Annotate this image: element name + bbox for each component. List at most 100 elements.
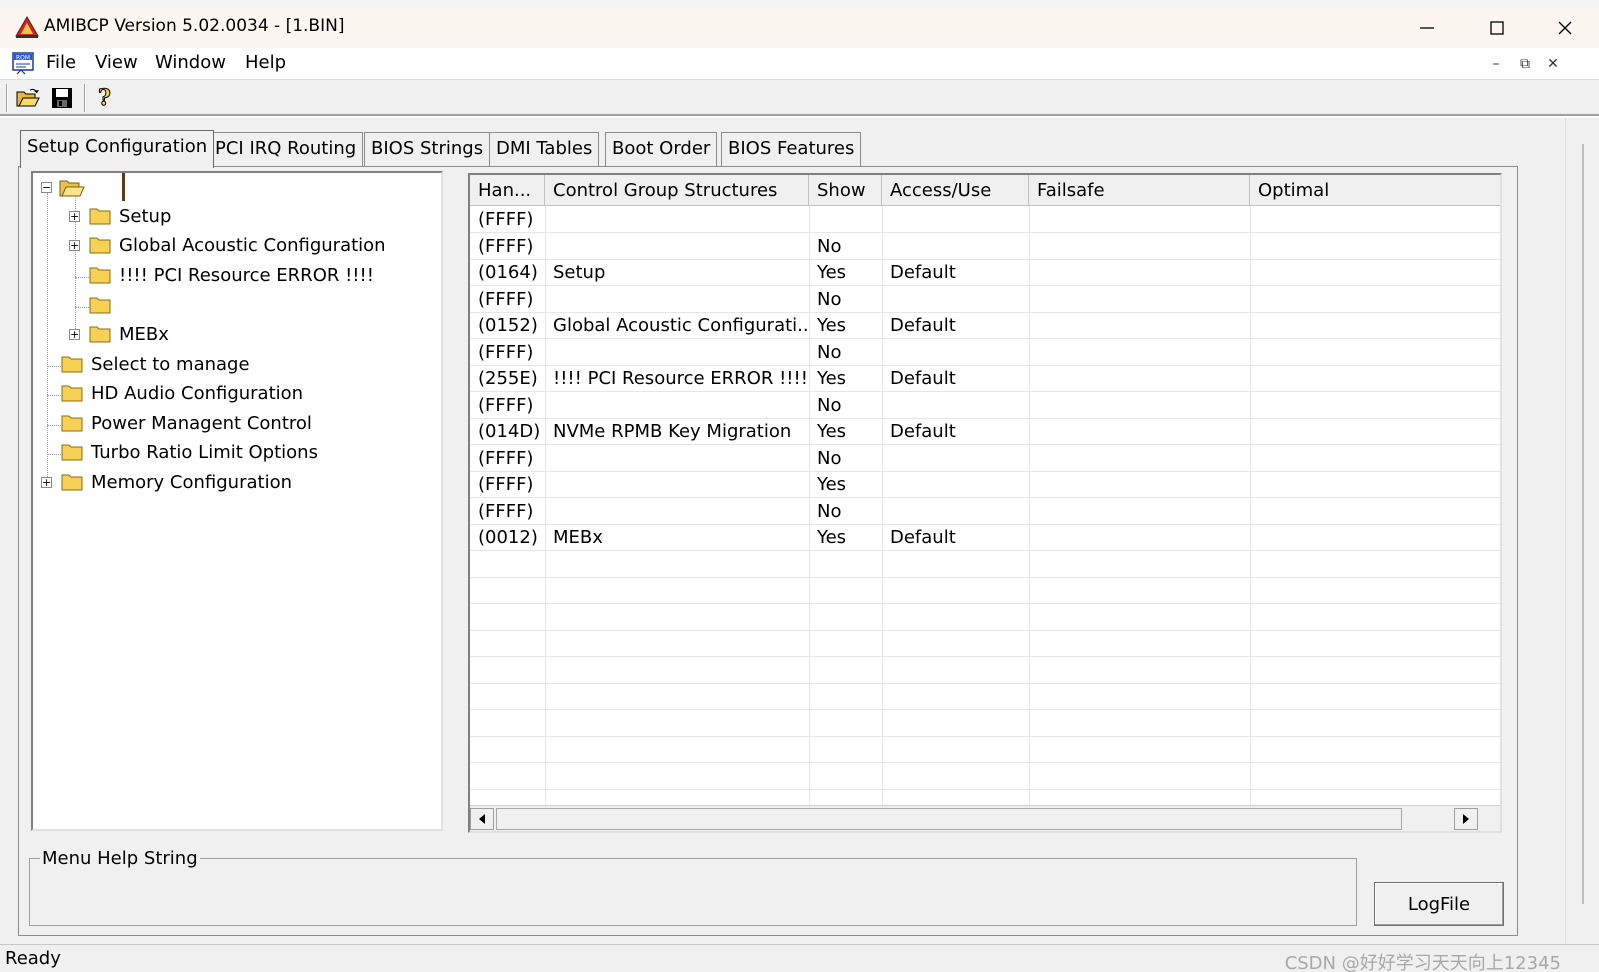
table-cell bbox=[545, 339, 809, 366]
table-cell: Global Acoustic Configurati... bbox=[553, 315, 809, 336]
table-row[interactable]: (0012) MEBx Yes Default bbox=[470, 524, 1500, 551]
table-cell: Yes bbox=[817, 474, 847, 495]
tree-item-power-managent-control[interactable]: Power Managent Control bbox=[61, 410, 312, 436]
table-cell bbox=[1029, 445, 1250, 472]
control-group-list[interactable]: Han... Control Group Structures Show Acc… bbox=[468, 173, 1502, 833]
folder-icon bbox=[89, 326, 111, 343]
table-row[interactable]: (014D) NVMe RPMB Key Migration Yes Default bbox=[470, 418, 1500, 445]
folder-icon bbox=[61, 385, 83, 402]
logfile-button[interactable]: LogFile bbox=[1374, 882, 1504, 926]
table-cell: Default bbox=[890, 368, 956, 389]
table-row[interactable]: (FFFF) No bbox=[470, 445, 1500, 472]
tree-item-unnamed[interactable] bbox=[89, 292, 119, 318]
table-cell: (FFFF) bbox=[478, 474, 534, 495]
watermark-text: CSDN @好好学习天天向上12345 bbox=[1284, 953, 1561, 972]
toolbar-separator bbox=[84, 84, 86, 112]
table-cell: Default bbox=[890, 421, 956, 442]
table-row-empty bbox=[470, 551, 1500, 578]
table-row[interactable]: (0152) Global Acoustic Configurati... Yes D… bbox=[470, 312, 1500, 339]
horizontal-scrollbar[interactable] bbox=[470, 805, 1500, 831]
open-folder-icon[interactable] bbox=[14, 84, 42, 112]
tab-bios-features[interactable]: BIOS Features bbox=[721, 132, 862, 166]
table-cell: (FFFF) bbox=[478, 447, 534, 469]
table-cell bbox=[545, 445, 809, 472]
column-header-optimal[interactable]: Optimal bbox=[1250, 175, 1500, 206]
tab-bios-strings[interactable]: BIOS Strings bbox=[364, 132, 491, 166]
table-cell bbox=[1029, 259, 1250, 286]
table-cell: !!!! PCI Resource ERROR !!!! bbox=[553, 368, 808, 389]
table-cell: (FFFF) bbox=[478, 209, 534, 230]
mdi-minimize-icon[interactable]: – bbox=[1486, 54, 1506, 74]
tree-item-label: Select to manage bbox=[91, 353, 250, 375]
column-header-show[interactable]: Show bbox=[809, 175, 882, 206]
tree-item-setup[interactable]: Setup bbox=[89, 203, 171, 229]
tree-item-turbo-ratio-limit-options[interactable]: Turbo Ratio Limit Options bbox=[61, 439, 318, 465]
amibcp-app-icon bbox=[14, 15, 40, 39]
table-row-empty bbox=[470, 577, 1500, 604]
list-header: Han... Control Group Structures Show Acc… bbox=[470, 175, 1500, 206]
menu-help[interactable]: Help bbox=[245, 52, 286, 73]
folder-icon bbox=[89, 297, 111, 314]
table-cell bbox=[545, 233, 809, 260]
rom-document-icon[interactable]: ROM bbox=[11, 51, 37, 75]
table-row[interactable]: (FFFF) Yes bbox=[470, 471, 1500, 498]
table-cell bbox=[1029, 392, 1250, 419]
minimize-button[interactable] bbox=[1392, 8, 1462, 48]
column-header-failsafe[interactable]: Failsafe bbox=[1029, 175, 1250, 206]
menu-window[interactable]: Window bbox=[155, 52, 226, 73]
menu-view[interactable]: View bbox=[95, 52, 138, 73]
tree-item-memory-configuration[interactable]: Memory Configuration bbox=[61, 469, 292, 495]
close-button[interactable] bbox=[1530, 8, 1599, 48]
tree-item-select-to-manage[interactable]: Select to manage bbox=[61, 351, 250, 377]
table-row[interactable]: (0164) Setup Yes Default bbox=[470, 259, 1500, 286]
expand-global-acoustic-icon[interactable]: + bbox=[69, 240, 80, 251]
table-cell bbox=[1029, 286, 1250, 313]
status-bar: Ready CSDN @好好学习天天向上12345 bbox=[0, 944, 1599, 972]
tab-dmi-tables[interactable]: DMI Tables bbox=[489, 132, 600, 166]
tree-item-pci-resource-error[interactable]: !!!! PCI Resource ERROR !!!! bbox=[89, 262, 374, 288]
scroll-left-arrow-icon[interactable] bbox=[470, 808, 494, 830]
tree-item-hd-audio-configuration[interactable]: HD Audio Configuration bbox=[61, 380, 303, 406]
table-row[interactable]: (255E) !!!! PCI Resource ERROR !!!! Yes Def… bbox=[470, 365, 1500, 392]
table-cell bbox=[1250, 339, 1500, 366]
maximize-button[interactable] bbox=[1462, 8, 1532, 48]
collapse-root-icon[interactable]: − bbox=[41, 182, 52, 193]
tab-setup-configuration[interactable]: Setup Configuration bbox=[20, 130, 215, 168]
column-header-handle[interactable]: Han... bbox=[470, 175, 545, 206]
column-header-access-use[interactable]: Access/Use bbox=[882, 175, 1029, 206]
expand-mebx-icon[interactable]: + bbox=[69, 329, 80, 340]
open-folder-root-icon bbox=[59, 178, 85, 203]
horizontal-scroll-thumb[interactable] bbox=[496, 808, 1402, 830]
table-row[interactable]: (FFFF) bbox=[470, 206, 1500, 233]
table-row[interactable]: (FFFF) No bbox=[470, 339, 1500, 366]
tree-item-label: MEBx bbox=[119, 323, 169, 345]
expand-memory-configuration-icon[interactable]: + bbox=[41, 477, 52, 488]
menu-help-string-box bbox=[29, 858, 1357, 926]
table-row[interactable]: (FFFF) No bbox=[470, 392, 1500, 419]
expand-setup-icon[interactable]: + bbox=[69, 211, 80, 222]
table-row[interactable]: (FFFF) No bbox=[470, 498, 1500, 525]
table-row[interactable]: (FFFF) No bbox=[470, 286, 1500, 313]
tree-item-label: Turbo Ratio Limit Options bbox=[91, 441, 318, 463]
tab-boot-order[interactable]: Boot Order bbox=[605, 132, 718, 166]
mdi-restore-icon[interactable]: ⧉ bbox=[1515, 54, 1535, 74]
setup-tree-view[interactable]: − + Setup + Global Acoustic Configuratio… bbox=[31, 171, 443, 831]
tree-selection-caret bbox=[122, 173, 125, 201]
table-cell: Setup bbox=[553, 262, 606, 283]
menu-file[interactable]: File bbox=[46, 52, 76, 73]
mdi-close-icon[interactable]: ✕ bbox=[1543, 54, 1563, 74]
tree-item-global-acoustic-configuration[interactable]: Global Acoustic Configuration bbox=[89, 232, 386, 258]
tab-pci-irq-routing[interactable]: PCI IRQ Routing bbox=[208, 132, 364, 166]
column-header-control-group[interactable]: Control Group Structures bbox=[545, 175, 809, 206]
table-cell bbox=[1250, 445, 1500, 472]
table-row[interactable]: (FFFF) No bbox=[470, 233, 1500, 260]
table-cell bbox=[545, 392, 809, 419]
folder-icon bbox=[61, 474, 83, 491]
help-question-icon[interactable]: ? bbox=[90, 84, 118, 112]
scroll-right-arrow-icon[interactable] bbox=[1454, 808, 1478, 830]
tree-item-mebx[interactable]: MEBx bbox=[89, 321, 169, 347]
save-disk-icon[interactable] bbox=[48, 84, 76, 112]
outer-vertical-scrollbar[interactable] bbox=[1565, 118, 1599, 944]
table-row-empty bbox=[470, 630, 1500, 657]
table-cell: (FFFF) bbox=[478, 235, 534, 257]
